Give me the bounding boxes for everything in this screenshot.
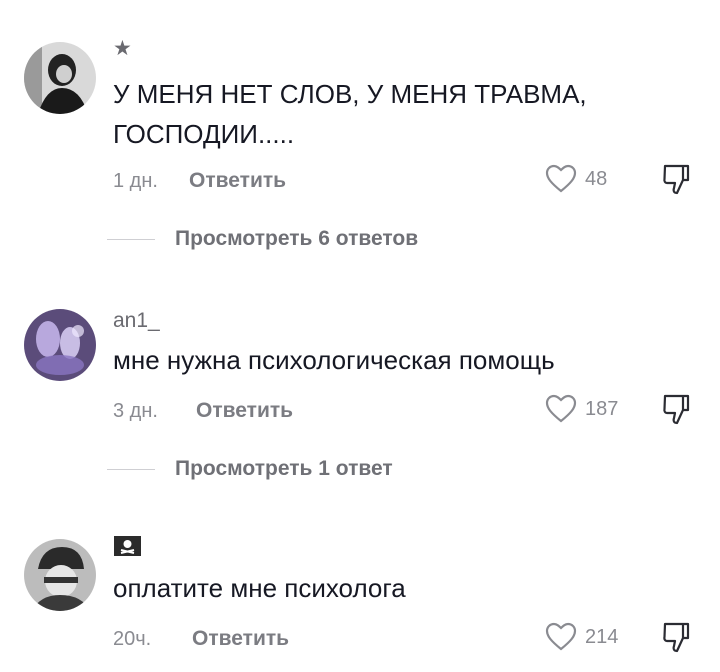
like-button[interactable]: 214 — [545, 622, 618, 652]
dislike-button[interactable] — [661, 620, 691, 659]
like-count: 214 — [585, 625, 619, 648]
heart-icon — [545, 622, 577, 651]
avatar-person-beanie-icon — [24, 539, 96, 611]
comment-time: 20ч. — [113, 628, 152, 650]
avatar[interactable] — [24, 539, 96, 611]
pirate-flag-icon — [114, 536, 141, 556]
reply-button[interactable]: Ответить — [192, 627, 289, 651]
comment-text: оплатите мне психолога — [113, 568, 406, 608]
comment-text-line: оплатите мне психолога — [113, 573, 406, 603]
thumbs-down-icon — [663, 622, 690, 653]
username[interactable] — [113, 534, 143, 564]
comment-3: оплатите мне психолога 20ч. Ответить 214 — [0, 0, 720, 672]
